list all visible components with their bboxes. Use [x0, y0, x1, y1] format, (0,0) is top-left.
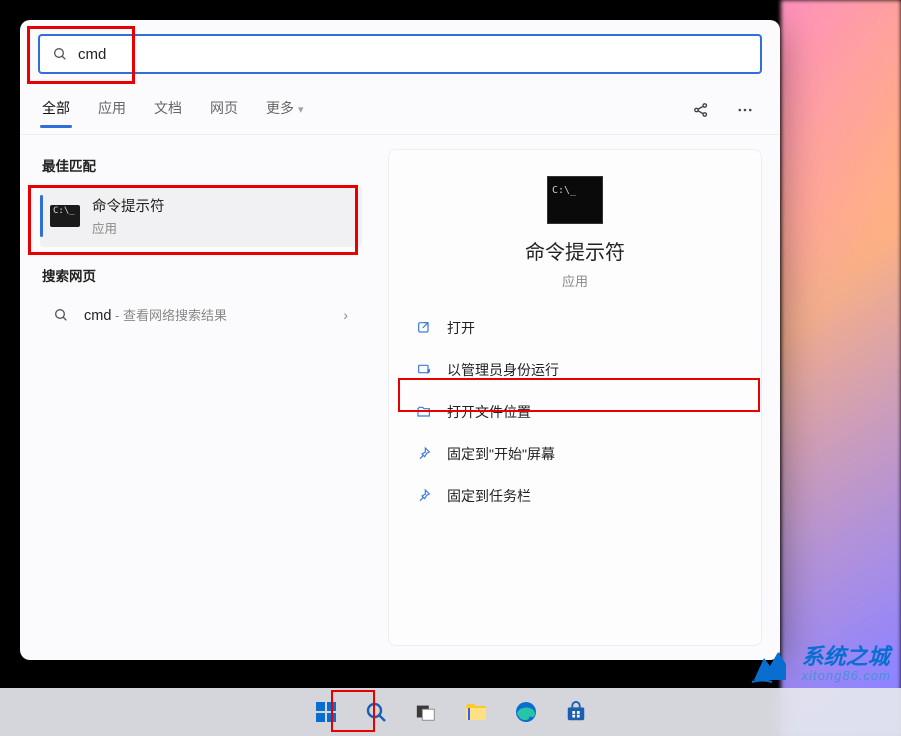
web-search-result[interactable]: cmd - 查看网络搜索结果 ›	[40, 295, 362, 334]
section-best-match: 最佳匹配	[42, 155, 360, 175]
folder-icon	[464, 701, 488, 723]
web-result-title: cmd - 查看网络搜索结果	[84, 305, 327, 324]
action-pin-start-label: 固定到"开始"屏幕	[447, 444, 555, 464]
action-open-location-label: 打开文件位置	[447, 402, 531, 422]
search-box[interactable]	[38, 34, 762, 74]
watermark-logo-icon	[750, 644, 794, 684]
store-icon	[565, 701, 587, 723]
body-row: 最佳匹配 C:\_ 命令提示符 应用 搜索网页	[20, 135, 780, 660]
search-row	[20, 20, 780, 84]
folder-icon	[415, 403, 433, 421]
result-texts: 命令提示符 应用	[92, 195, 352, 237]
shield-admin-icon	[415, 361, 433, 379]
watermark-en: xitong86.com	[802, 669, 891, 683]
open-external-icon	[415, 319, 433, 337]
action-open[interactable]: 打开	[409, 310, 741, 346]
tab-all[interactable]: 全部	[40, 92, 72, 128]
desktop-wallpaper	[781, 0, 901, 736]
tab-docs[interactable]: 文档	[152, 92, 184, 128]
result-subtitle: 应用	[92, 218, 352, 237]
more-button[interactable]	[730, 95, 760, 125]
taskbar-search[interactable]	[356, 692, 396, 732]
taskbar-store[interactable]	[556, 692, 596, 732]
tab-actions	[686, 95, 760, 125]
detail-subtitle: 应用	[562, 271, 588, 290]
chevron-down-icon: ▾	[298, 104, 304, 116]
taskbar-start[interactable]	[306, 692, 346, 732]
chevron-right-icon: ›	[339, 307, 352, 323]
taskview-icon	[415, 701, 437, 723]
detail-column: C:\_ 命令提示符 应用 打开	[370, 135, 780, 660]
detail-title: 命令提示符	[525, 236, 625, 265]
share-button[interactable]	[686, 95, 716, 125]
more-icon	[736, 101, 754, 119]
search-panel: 全部 应用 文档 网页 更多 ▾ 最佳匹配	[20, 20, 780, 660]
action-pin-taskbar-label: 固定到任务栏	[447, 486, 531, 506]
tab-more-label: 更多	[266, 100, 294, 116]
action-run-admin-label: 以管理员身份运行	[447, 360, 559, 380]
tab-web[interactable]: 网页	[208, 92, 240, 128]
results-column: 最佳匹配 C:\_ 命令提示符 应用 搜索网页	[20, 135, 370, 660]
action-run-admin[interactable]: 以管理员身份运行	[409, 352, 741, 388]
action-pin-taskbar[interactable]: 固定到任务栏	[409, 478, 741, 514]
detail-card: C:\_ 命令提示符 应用 打开	[388, 149, 762, 646]
share-icon	[692, 101, 710, 119]
search-input[interactable]	[78, 46, 748, 63]
pin-icon	[415, 445, 433, 463]
edge-icon	[514, 700, 538, 724]
search-icon	[364, 700, 388, 724]
watermark-text: 系统之城 xitong86.com	[802, 645, 891, 683]
tab-more[interactable]: 更多 ▾	[264, 92, 306, 128]
pin-icon	[415, 487, 433, 505]
watermark: 系统之城 xitong86.com	[750, 644, 891, 684]
result-title: 命令提示符	[92, 195, 352, 216]
search-icon	[52, 46, 68, 62]
action-pin-start[interactable]: 固定到"开始"屏幕	[409, 436, 741, 472]
cmd-icon-large: C:\_	[547, 176, 603, 224]
search-icon	[50, 307, 72, 323]
taskbar-edge[interactable]	[506, 692, 546, 732]
section-search-web: 搜索网页	[42, 265, 360, 285]
detail-header: C:\_ 命令提示符 应用	[409, 176, 741, 290]
web-result-texts: cmd - 查看网络搜索结果	[84, 305, 327, 324]
windows-icon	[314, 700, 338, 724]
action-open-label: 打开	[447, 318, 475, 338]
taskbar	[0, 688, 901, 736]
tabs-row: 全部 应用 文档 网页 更多 ▾	[20, 84, 780, 135]
web-result-term: cmd	[84, 308, 111, 324]
cmd-icon: C:\_	[50, 205, 80, 227]
actions-list: 打开 以管理员身份运行	[409, 310, 741, 514]
taskbar-taskview[interactable]	[406, 692, 446, 732]
web-result-list: cmd - 查看网络搜索结果 ›	[40, 295, 362, 334]
tab-apps[interactable]: 应用	[96, 92, 128, 128]
watermark-cn: 系统之城	[802, 645, 891, 669]
taskbar-explorer[interactable]	[456, 692, 496, 732]
action-open-location[interactable]: 打开文件位置	[409, 394, 741, 430]
web-result-suffix: - 查看网络搜索结果	[111, 308, 227, 323]
result-list: C:\_ 命令提示符 应用	[40, 185, 362, 247]
result-cmd[interactable]: C:\_ 命令提示符 应用	[40, 185, 362, 247]
